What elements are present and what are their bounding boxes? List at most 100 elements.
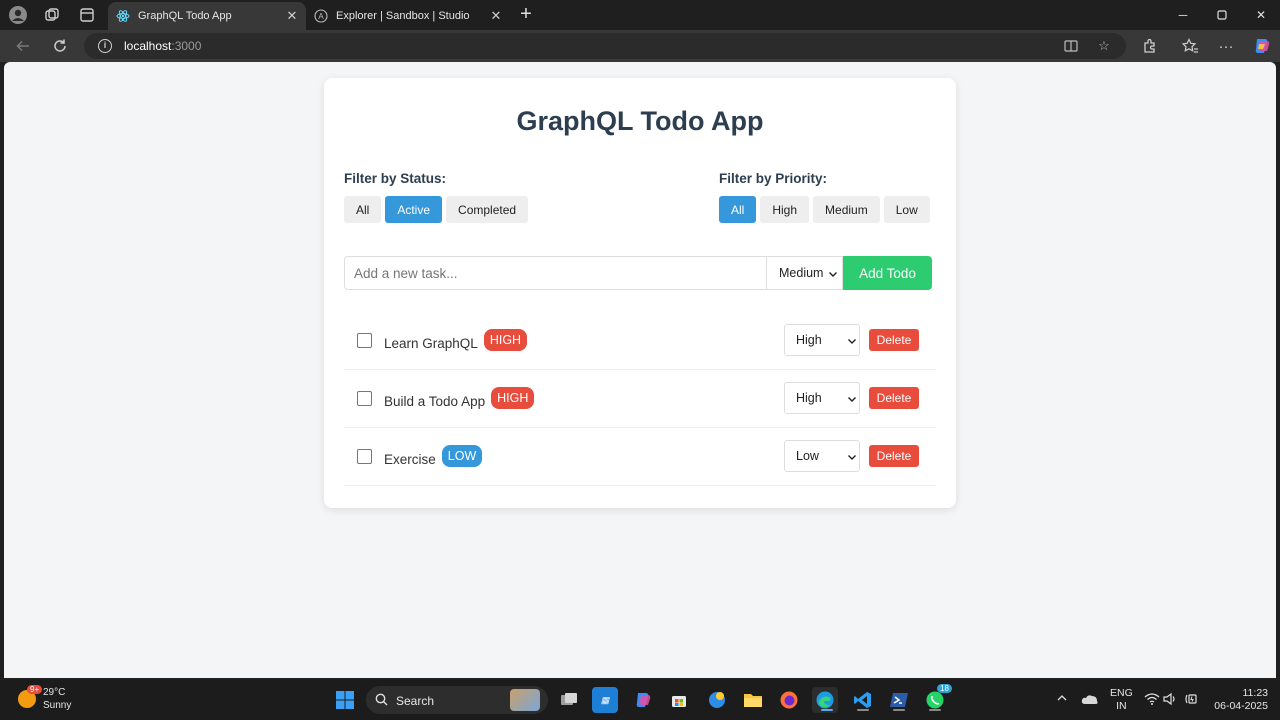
browser-titlebar: GraphQL Todo App ✕ A Explorer | Sandbox … [0,0,1280,30]
open-app-indicator [857,709,869,711]
workspaces-icon[interactable] [41,5,63,25]
todo-complete-checkbox[interactable] [357,333,372,348]
todo-complete-checkbox[interactable] [357,391,372,406]
react-icon [116,9,130,23]
chevron-down-icon [828,268,838,278]
todo-list: Learn GraphQL HIGH High Delete Build a To… [344,312,936,486]
select-value: High [796,391,822,405]
vscode-icon[interactable] [850,687,876,713]
clock-time: 11:23 [1242,687,1269,699]
task-view-icon[interactable] [556,687,582,713]
show-hidden-icons-chevron-icon[interactable] [1056,692,1068,707]
start-menu-icon[interactable] [332,687,358,713]
onedrive-icon[interactable] [1081,692,1099,709]
todo-text: Build a Todo App [384,394,486,409]
add-todo-button[interactable]: Add Todo [843,256,932,290]
wifi-icon[interactable] [1144,692,1160,709]
tab-actions-icon[interactable] [76,5,98,25]
new-task-input[interactable] [344,256,766,290]
clock[interactable]: 11:23 06-04-2025 [1206,687,1268,713]
close-tab-icon[interactable]: ✕ [488,8,504,24]
copilot-app-icon[interactable] [630,687,656,713]
tab-graphql-todo[interactable]: GraphQL Todo App ✕ [108,2,306,30]
priority-filter-high-button[interactable]: High [760,196,810,223]
weather-widget[interactable]: 9+ 29°C Sunny [18,685,71,712]
tab-title: GraphQL Todo App [138,10,232,22]
priority-badge: LOW [441,445,483,467]
todo-priority-select[interactable]: High [784,382,860,414]
open-app-indicator [893,709,905,711]
battery-icon[interactable] [1184,692,1200,709]
favorites-icon[interactable] [1178,34,1202,58]
split-screen-icon[interactable] [1062,37,1080,55]
delete-todo-button[interactable]: Delete [869,329,919,351]
file-explorer-icon[interactable] [740,687,766,713]
extensions-icon[interactable] [1138,34,1162,58]
page-viewport: GraphQL Todo App Filter by Status: All A… [4,62,1276,678]
todo-item: Build a Todo App HIGH High Delete [344,370,936,428]
priority-filter-group: All High Medium Low [719,196,930,223]
delete-todo-button[interactable]: Delete [869,387,919,409]
store-icon[interactable] [666,687,692,713]
more-menu-icon[interactable]: ··· [1214,34,1238,58]
todo-text-wrap: Exercise LOW [384,445,483,471]
url-text: localhost:3000 [124,39,202,53]
add-todo-form: Medium Add Todo [344,256,932,290]
status-filter-label: Filter by Status: [344,171,447,186]
tab-apollo-explorer[interactable]: A Explorer | Sandbox | Studio ✕ [306,2,510,30]
copilot-icon[interactable] [1250,34,1274,58]
back-icon[interactable] [11,34,35,58]
new-tab-icon[interactable]: + [514,3,538,27]
minimize-icon[interactable]: ─ [1164,0,1202,30]
site-info-icon[interactable]: i [98,39,112,53]
sun-icon: 9+ [18,685,43,708]
priority-filter-medium-button[interactable]: Medium [813,196,880,223]
profile-icon[interactable] [7,5,29,25]
whatsapp-icon[interactable]: 18 [922,684,952,713]
favorite-star-icon[interactable]: ☆ [1095,37,1113,55]
active-app-indicator [821,709,833,711]
status-filter-completed-button[interactable]: Completed [446,196,529,223]
chevron-down-icon [847,335,857,345]
mysql-workbench-icon[interactable]: ▦ [592,687,618,713]
chevron-down-icon [847,451,857,461]
status-filter-group: All Active Completed [344,196,529,223]
todo-text: Exercise [384,452,436,467]
address-bar[interactable]: i localhost:3000 ☆ [84,33,1126,59]
priority-filter-low-button[interactable]: Low [883,196,930,223]
weather-temp: 29°C [43,687,66,698]
language-indicator[interactable]: ENG IN [1110,687,1133,713]
apollo-icon: A [314,9,328,23]
firefox-icon[interactable] [776,687,802,713]
edge-icon[interactable] [812,687,838,713]
status-filter-active-button[interactable]: Active [385,196,443,223]
todo-priority-select[interactable]: Low [784,440,860,472]
powershell-icon[interactable] [886,687,912,713]
todo-complete-checkbox[interactable] [357,449,372,464]
todo-priority-select[interactable]: High [784,324,860,356]
priority-filter-label: Filter by Priority: [719,171,828,186]
priority-filter-all-button[interactable]: All [719,196,757,223]
search-highlight-icon [510,689,540,711]
browser-toolbar: i localhost:3000 ☆ ··· [0,30,1280,62]
svg-text:A: A [318,12,324,21]
todo-text: Learn GraphQL [384,336,478,351]
close-tab-icon[interactable]: ✕ [284,8,300,24]
select-value: Medium [779,266,824,280]
weather-text: 29°C Sunny [43,686,71,712]
todo-item: Learn GraphQL HIGH High Delete [344,312,936,370]
status-filter-all-button[interactable]: All [344,196,382,223]
close-window-icon[interactable]: ✕ [1242,0,1280,30]
language-code: ENG [1110,687,1133,699]
region-code: IN [1116,700,1127,712]
new-task-priority-select[interactable]: Medium [766,256,843,290]
todo-text-wrap: Build a Todo App HIGH [384,387,535,413]
weather-app-icon[interactable] [704,687,730,713]
delete-todo-button[interactable]: Delete [869,445,919,467]
refresh-icon[interactable] [48,34,72,58]
priority-badge: HIGH [483,329,528,351]
maximize-icon[interactable] [1203,0,1241,30]
volume-icon[interactable] [1163,692,1179,709]
taskbar-search[interactable]: Search [366,686,548,714]
notification-badge: 9+ [27,685,43,694]
